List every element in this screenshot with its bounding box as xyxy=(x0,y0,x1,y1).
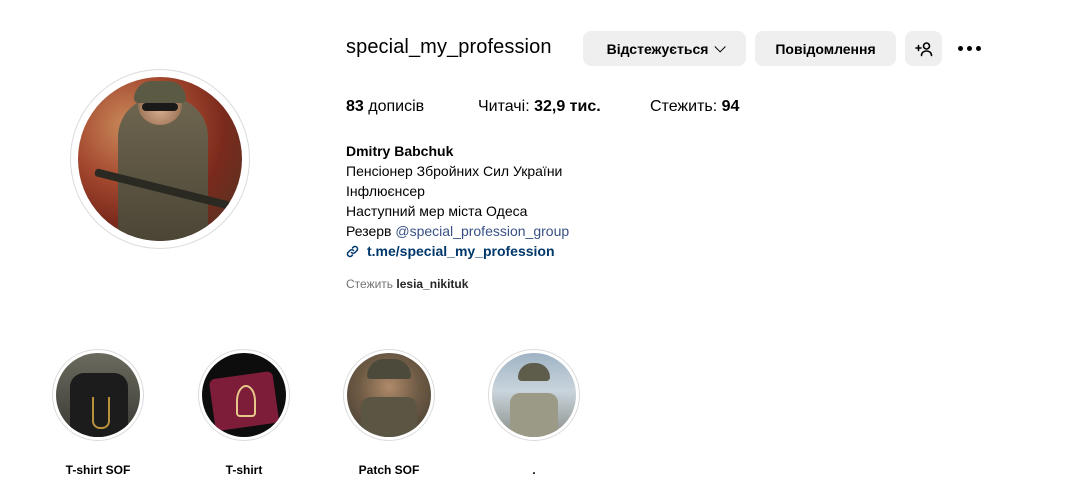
link-icon xyxy=(346,245,359,257)
profile-username: special_my_profession xyxy=(346,36,552,58)
posts-count: 83 дописів xyxy=(346,98,425,115)
highlight-item[interactable]: T-shirt xyxy=(196,349,292,477)
bio-line: Пенсіонер Збройних Сил України xyxy=(346,163,563,179)
highlight-cover xyxy=(56,353,140,437)
external-link[interactable]: t.me/special_my_profession xyxy=(346,241,569,261)
more-options-icon[interactable] xyxy=(955,38,983,58)
profile-avatar[interactable] xyxy=(70,69,250,249)
message-button[interactable]: Повідомлення xyxy=(755,31,896,66)
highlight-label: . xyxy=(532,463,536,477)
suggested-users-button[interactable] xyxy=(905,31,942,66)
followers-link[interactable]: Читачі: 32,9 тис. xyxy=(478,98,601,116)
followed-by[interactable]: Стежить lesia_nikituk xyxy=(346,277,468,291)
following-button-label: Відстежується xyxy=(606,40,709,57)
highlight-label: T-shirt SOF xyxy=(65,463,131,477)
chevron-down-icon xyxy=(714,40,727,53)
highlight-label: Patch SOF xyxy=(358,463,420,477)
bio-line: Наступний мер міста Одеса xyxy=(346,203,528,219)
avatar-photo xyxy=(78,77,242,241)
full-name: Dmitry Babchuk xyxy=(346,143,454,159)
add-user-icon xyxy=(914,41,932,56)
highlight-cover xyxy=(492,353,576,437)
highlight-item[interactable]: Patch SOF xyxy=(341,349,437,477)
bio-line-reserve: Резерв @special_profession_group xyxy=(346,223,570,239)
group-mention-link[interactable]: @special_profession_group xyxy=(395,223,569,239)
bio-line: Інфлюєнсер xyxy=(346,183,425,199)
highlight-cover xyxy=(347,353,431,437)
highlight-label: T-shirt xyxy=(225,463,263,477)
highlight-item[interactable]: T-shirt SOF xyxy=(50,349,146,477)
highlight-item[interactable]: . xyxy=(486,349,582,477)
message-button-label: Повідомлення xyxy=(775,40,876,57)
highlight-cover xyxy=(202,353,286,437)
following-dropdown-button[interactable]: Відстежується xyxy=(583,31,746,66)
profile-bio: Dmitry Babchuk Пенсіонер Збройних Сил Ук… xyxy=(346,141,569,261)
following-link[interactable]: Стежить: 94 xyxy=(650,98,739,116)
